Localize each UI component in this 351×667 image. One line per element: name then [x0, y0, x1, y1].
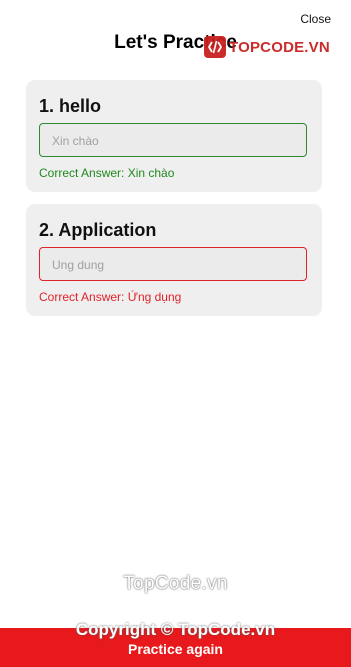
question-card-2: 2. Application Ung dung Correct Answer: … — [26, 204, 322, 316]
topcode-logo-icon — [204, 36, 226, 58]
answer-field[interactable]: Xin chào — [39, 123, 307, 157]
topcode-logo-text: TOPCODE.VN — [229, 38, 330, 56]
copyright-watermark: Copyright © TopCode.vn — [75, 620, 276, 639]
watermark-text: TopCode.vn — [123, 573, 228, 594]
question-title: 1. hello — [39, 96, 102, 116]
answer-value: Xin chào — [52, 134, 99, 148]
close-button[interactable]: Close — [300, 12, 331, 26]
question-title: 2. Application — [39, 220, 157, 240]
feedback-text: Correct Answer: Xin chào — [39, 166, 175, 180]
header: Let's Practice TOPCODE.VN Close — [0, 12, 351, 66]
answer-field[interactable]: Ung dung — [39, 247, 307, 281]
topcode-logo: TOPCODE.VN — [204, 34, 330, 60]
answer-value: Ung dung — [52, 258, 105, 272]
question-card-1: 1. hello Xin chào Correct Answer: Xin ch… — [26, 80, 322, 192]
practice-again-label[interactable]: Practice again — [0, 641, 351, 657]
feedback-text: Correct Answer: Ứng dụng — [39, 290, 182, 304]
